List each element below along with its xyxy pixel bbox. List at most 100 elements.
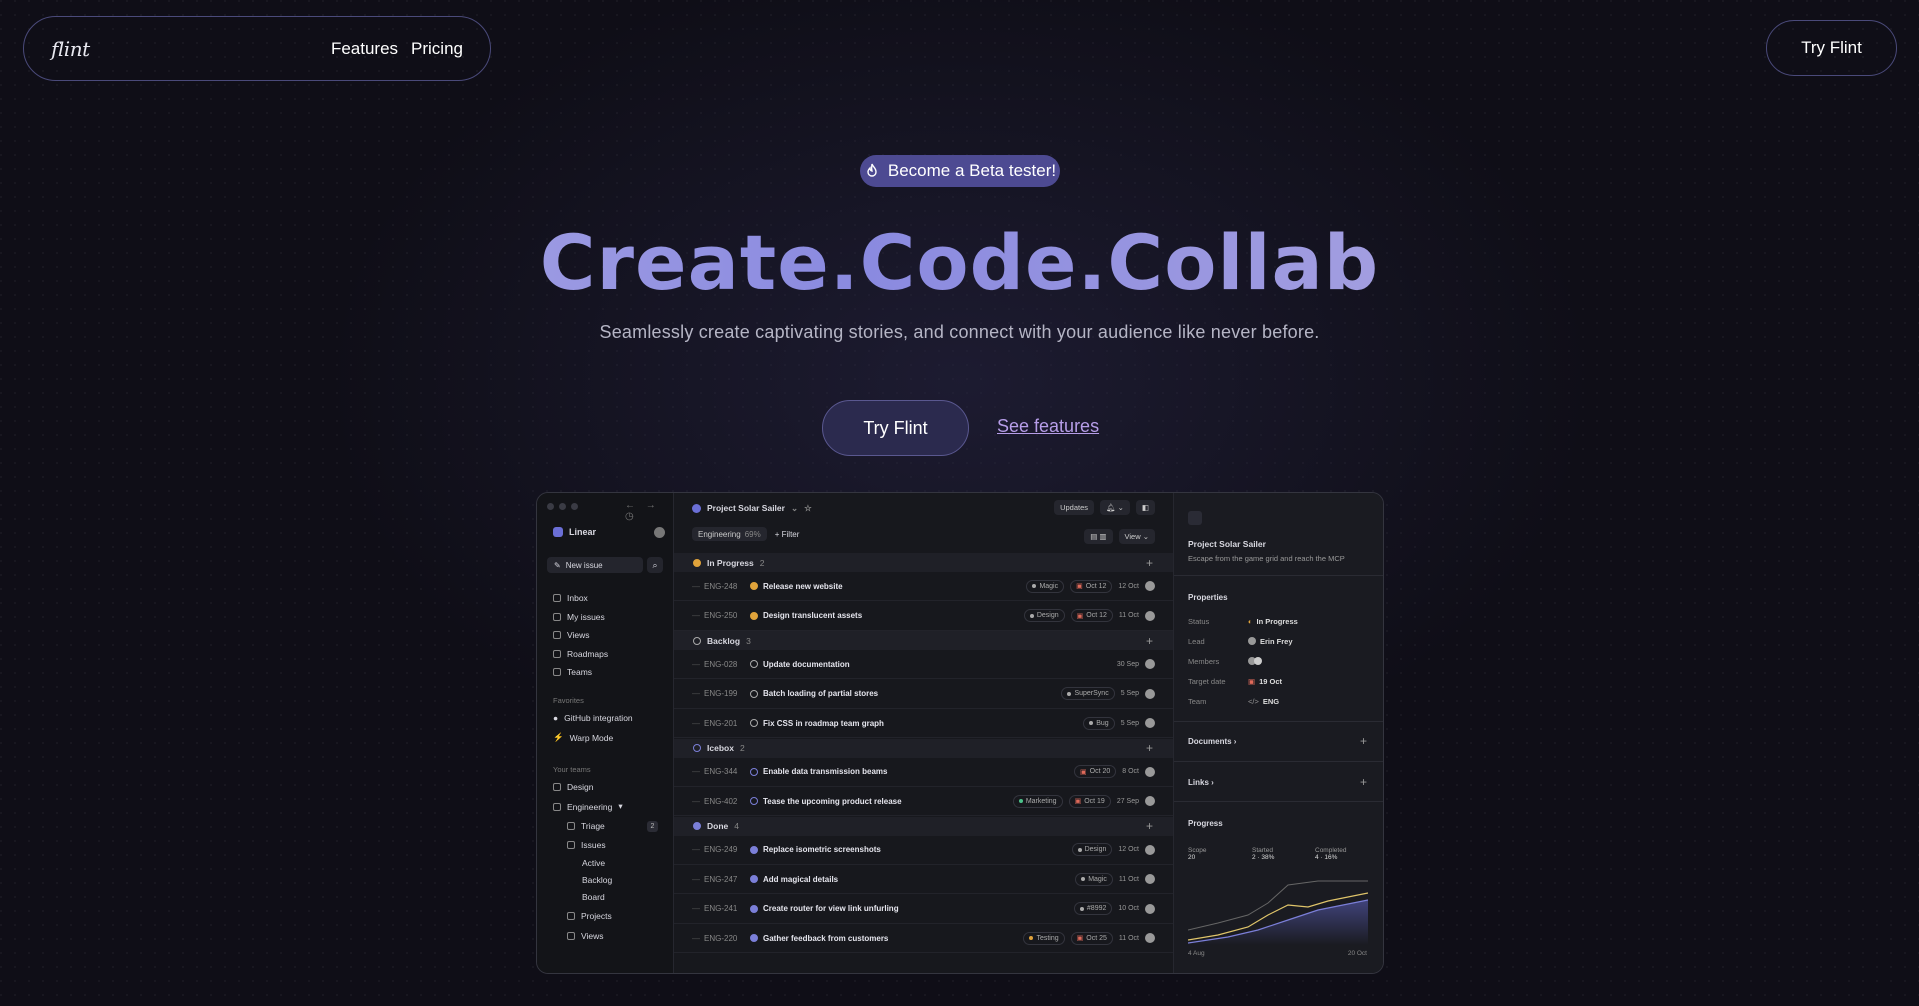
try-flint-button[interactable]: Try Flint — [822, 400, 969, 456]
sidebar-item-roadmaps[interactable]: Roadmaps — [553, 649, 608, 659]
label-tag[interactable]: SuperSync — [1061, 687, 1115, 700]
sidebar-item-my-issues[interactable]: My issues — [553, 612, 605, 622]
try-flint-nav-button[interactable]: Try Flint — [1766, 20, 1897, 76]
avatar[interactable] — [1145, 874, 1155, 884]
label-tag[interactable]: Magic — [1075, 872, 1113, 886]
issue-row[interactable]: — ENG-201 Fix CSS in roadmap team graph Bug… — [674, 709, 1173, 738]
priority-icon[interactable]: — — [692, 767, 704, 776]
project-title[interactable]: Project Solar Sailer — [707, 503, 785, 513]
issue-row[interactable]: — ENG-344 Enable data transmission beams ▣ O… — [674, 758, 1173, 787]
prop-members[interactable]: Members — [1188, 657, 1373, 666]
search-icon[interactable]: ⌕ — [647, 557, 663, 573]
priority-icon[interactable]: — — [692, 845, 704, 854]
add-issue-icon[interactable]: + — [1146, 741, 1153, 755]
status-icon[interactable] — [750, 904, 758, 913]
workspace-switcher[interactable]: Linear — [553, 527, 596, 537]
priority-icon[interactable]: — — [692, 689, 704, 698]
avatar[interactable] — [1145, 933, 1155, 943]
panel-toggle-icon[interactable]: ◧ — [1135, 500, 1155, 515]
due-date-tag[interactable]: ▣ Oct 25 — [1070, 931, 1113, 945]
group-header[interactable]: Backlog 3 + — [674, 631, 1173, 650]
priority-icon[interactable]: — — [692, 934, 704, 943]
issue-row[interactable]: — ENG-249 Replace isometric screenshots Des… — [674, 836, 1173, 865]
documents-heading[interactable]: Documents › — [1188, 737, 1236, 746]
filter-button[interactable]: + Filter — [775, 530, 800, 539]
avatar[interactable] — [1145, 718, 1155, 728]
issue-row[interactable]: — ENG-220 Gather feedback from customers Te… — [674, 924, 1173, 953]
status-icon[interactable] — [750, 689, 758, 698]
issue-row[interactable]: — ENG-028 Update documentation 30 Sep — [674, 650, 1173, 679]
due-date-tag[interactable]: ▣ Oct 19 — [1068, 794, 1111, 808]
prop-target-date[interactable]: Target date ▣ 19 Oct — [1188, 677, 1373, 686]
sidebar-item-inbox[interactable]: Inbox — [553, 593, 588, 603]
sidebar-item-board[interactable]: Board — [582, 892, 605, 902]
issue-row[interactable]: — ENG-248 Release new website Magic ▣ Oct 12 1… — [674, 572, 1173, 601]
issue-row[interactable]: — ENG-247 Add magical details Magic 11 Oct — [674, 865, 1173, 894]
sidebar-item-triage[interactable]: Triage — [567, 821, 605, 831]
priority-icon[interactable]: — — [692, 719, 704, 728]
status-icon[interactable] — [750, 934, 758, 942]
star-icon[interactable]: ☆ — [804, 503, 812, 514]
avatar[interactable] — [1145, 844, 1155, 855]
due-date-tag[interactable]: ▣ Oct 12 — [1070, 609, 1113, 622]
sidebar-item-warp-mode[interactable]: ⚡ Warp Mode — [553, 732, 613, 743]
status-icon[interactable] — [750, 875, 758, 883]
status-icon[interactable] — [750, 582, 758, 590]
issue-row[interactable]: — ENG-250 Design translucent assets Design ▣… — [674, 602, 1173, 631]
label-tag[interactable]: Marketing — [1012, 794, 1063, 808]
see-features-link[interactable]: See features — [997, 416, 1099, 437]
avatar[interactable] — [1145, 610, 1155, 621]
sidebar-item-backlog[interactable]: Backlog — [582, 875, 612, 885]
issue-row[interactable]: — ENG-199 Batch loading of partial stores S… — [674, 680, 1173, 709]
issue-row[interactable]: — ENG-402 Tease the upcoming product relea… — [674, 787, 1173, 816]
group-header[interactable]: In Progress 2 + — [674, 553, 1173, 572]
priority-icon[interactable]: — — [692, 582, 704, 591]
add-link-icon[interactable]: + — [1360, 775, 1367, 789]
priority-icon[interactable]: — — [692, 611, 704, 620]
add-issue-icon[interactable]: + — [1146, 634, 1153, 648]
status-icon[interactable] — [750, 845, 758, 854]
sidebar-item-teams[interactable]: Teams — [553, 667, 592, 677]
group-header[interactable]: Done 4 + — [674, 816, 1173, 836]
status-icon[interactable] — [750, 797, 758, 805]
team-filter-chip[interactable]: Engineering 69% — [692, 527, 767, 541]
sidebar-item-issues[interactable]: Issues — [567, 840, 606, 850]
sidebar-item-projects[interactable]: Projects — [567, 911, 612, 921]
label-tag[interactable]: Testing — [1023, 931, 1065, 945]
prop-lead[interactable]: Lead Erin Frey — [1188, 637, 1373, 646]
avatar[interactable] — [1145, 659, 1155, 669]
view-button[interactable]: View ⌄ — [1118, 529, 1155, 544]
label-tag[interactable]: #8992 — [1073, 902, 1113, 915]
avatar[interactable] — [1145, 766, 1155, 777]
issue-row[interactable]: — ENG-241 Create router for view link unfu… — [674, 895, 1173, 924]
sidebar-item-design[interactable]: Design — [553, 782, 593, 792]
new-issue-button[interactable]: ✎ New issue — [547, 557, 643, 573]
sidebar-item-github[interactable]: ● GitHub integration — [553, 713, 633, 723]
list-layout-icon[interactable]: ▤ ▥ — [1084, 529, 1113, 544]
avatar[interactable] — [654, 527, 665, 538]
avatar[interactable] — [1145, 581, 1155, 591]
label-tag[interactable]: Design — [1071, 843, 1113, 856]
priority-icon[interactable]: — — [692, 875, 704, 884]
sidebar-item-active[interactable]: Active — [582, 858, 605, 868]
sidebar-item-views[interactable]: Views — [553, 630, 590, 640]
nav-link-pricing[interactable]: Pricing — [411, 39, 463, 59]
bell-icon[interactable]: 🔔︎ ⌄ — [1100, 500, 1130, 515]
label-tag[interactable]: Magic — [1026, 579, 1065, 593]
priority-icon[interactable]: — — [692, 904, 704, 913]
group-header[interactable]: Icebox 2 + — [674, 738, 1173, 758]
priority-icon[interactable]: — — [692, 797, 704, 806]
prop-team[interactable]: Team </> ENG — [1188, 697, 1373, 706]
label-tag[interactable]: Bug — [1083, 716, 1115, 730]
due-date-tag[interactable]: ▣ Oct 20 — [1074, 765, 1117, 778]
logo[interactable]: flint — [51, 37, 90, 61]
sidebar-item-engineering[interactable]: Engineering ▾ — [553, 801, 623, 812]
updates-button[interactable]: Updates — [1054, 500, 1095, 515]
prop-status[interactable]: Status ◐ In Progress — [1188, 617, 1373, 626]
add-issue-icon[interactable]: + — [1146, 556, 1153, 570]
add-issue-icon[interactable]: + — [1146, 819, 1153, 833]
links-heading[interactable]: Links › — [1188, 778, 1214, 787]
status-icon[interactable] — [750, 611, 758, 620]
sidebar-item-views-team[interactable]: Views — [567, 931, 604, 941]
due-date-tag[interactable]: ▣ Oct 12 — [1070, 579, 1113, 593]
